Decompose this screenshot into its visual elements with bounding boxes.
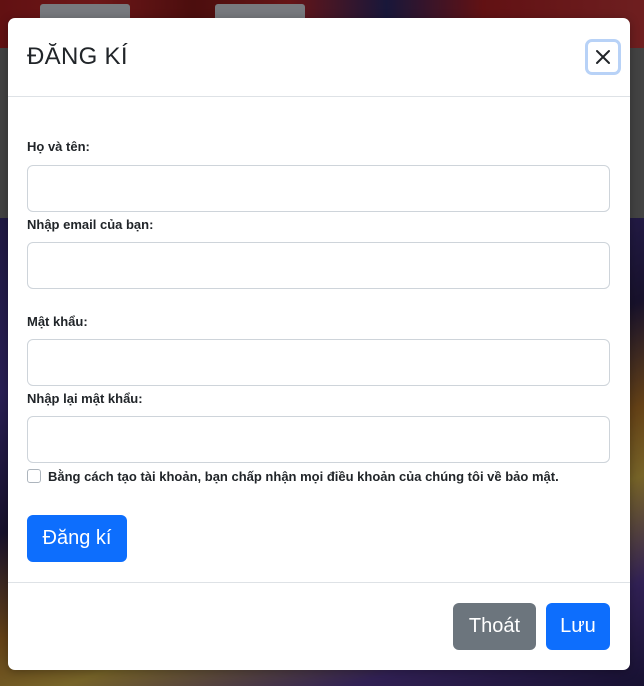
close-button[interactable] bbox=[585, 39, 621, 75]
register-button[interactable]: Đăng kí bbox=[27, 515, 127, 562]
terms-row: Bằng cách tạo tài khoản, bạn chấp nhận m… bbox=[27, 468, 559, 484]
register-modal: ĐĂNG KÍ Họ và tên: Nhập email của bạn: M… bbox=[8, 18, 630, 670]
fullname-label: Họ và tên: bbox=[27, 139, 90, 154]
terms-checkbox[interactable] bbox=[27, 469, 41, 483]
password-input[interactable] bbox=[27, 339, 610, 386]
confirm-password-input[interactable] bbox=[27, 416, 610, 463]
save-button[interactable]: Lưu bbox=[546, 603, 610, 650]
confirm-password-label: Nhập lại mật khẩu: bbox=[27, 391, 143, 406]
modal-header: ĐĂNG KÍ bbox=[8, 18, 630, 97]
exit-button[interactable]: Thoát bbox=[453, 603, 536, 650]
modal-footer: Thoát Lưu bbox=[8, 582, 630, 671]
password-label: Mật khẩu: bbox=[27, 314, 88, 329]
close-icon bbox=[596, 50, 610, 64]
terms-text: Bằng cách tạo tài khoản, bạn chấp nhận m… bbox=[48, 468, 559, 484]
email-input[interactable] bbox=[27, 242, 610, 289]
email-label: Nhập email của bạn: bbox=[27, 217, 154, 232]
modal-title: ĐĂNG KÍ bbox=[27, 43, 128, 70]
fullname-input[interactable] bbox=[27, 165, 610, 212]
